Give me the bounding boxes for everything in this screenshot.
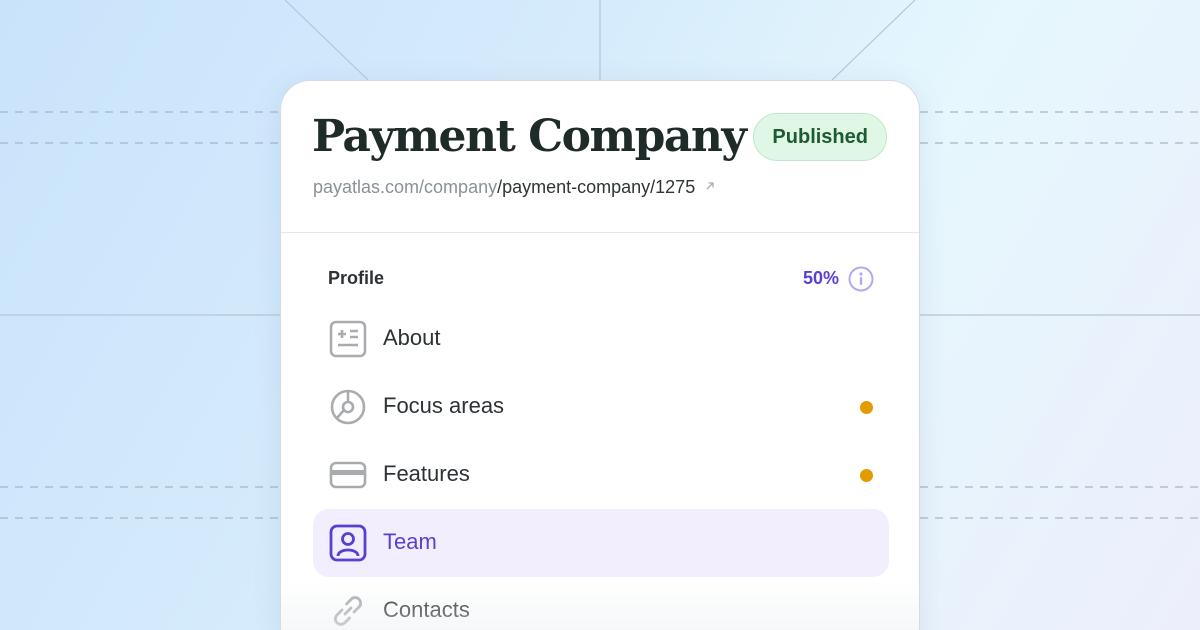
- nav-item-focus-areas[interactable]: Focus areas: [313, 373, 889, 441]
- profile-nav: About Focus areas Features Team Contacts: [313, 305, 889, 630]
- external-link-icon: [706, 182, 714, 190]
- url-base: payatlas.com/company: [313, 177, 498, 197]
- profile-section-header: Profile 50%: [281, 233, 919, 305]
- link-icon: [334, 596, 362, 626]
- nav-label: Contacts: [383, 597, 470, 622]
- company-url-link[interactable]: payatlas.com/company/payment-company/127…: [313, 177, 716, 198]
- info-icon[interactable]: [848, 266, 874, 292]
- nav-item-contacts[interactable]: Contacts: [313, 577, 889, 630]
- nav-item-team[interactable]: Team: [313, 509, 889, 577]
- nav-item-about[interactable]: About: [313, 305, 889, 373]
- pending-dot: [860, 401, 873, 414]
- nav-item-features[interactable]: Features: [313, 441, 889, 509]
- id-card-icon: [329, 320, 367, 358]
- company-card: Payment Company Published payatlas.com/c…: [280, 80, 920, 630]
- company-name: Payment Company: [312, 111, 747, 162]
- card-header: Payment Company Published payatlas.com/c…: [281, 81, 919, 233]
- nav-label: Focus areas: [383, 393, 505, 418]
- target-icon: [330, 389, 366, 425]
- status-badge: Published: [753, 113, 887, 161]
- section-title: Profile: [328, 268, 385, 288]
- url-path: /payment-company/1275: [497, 177, 696, 197]
- pending-dot: [860, 469, 873, 482]
- profile-progress: 50%: [802, 268, 839, 288]
- nav-label: About: [383, 325, 441, 350]
- nav-label: Features: [383, 461, 470, 486]
- credit-card-icon: [329, 461, 367, 489]
- nav-label: Team: [383, 529, 437, 554]
- user-icon: [329, 524, 367, 562]
